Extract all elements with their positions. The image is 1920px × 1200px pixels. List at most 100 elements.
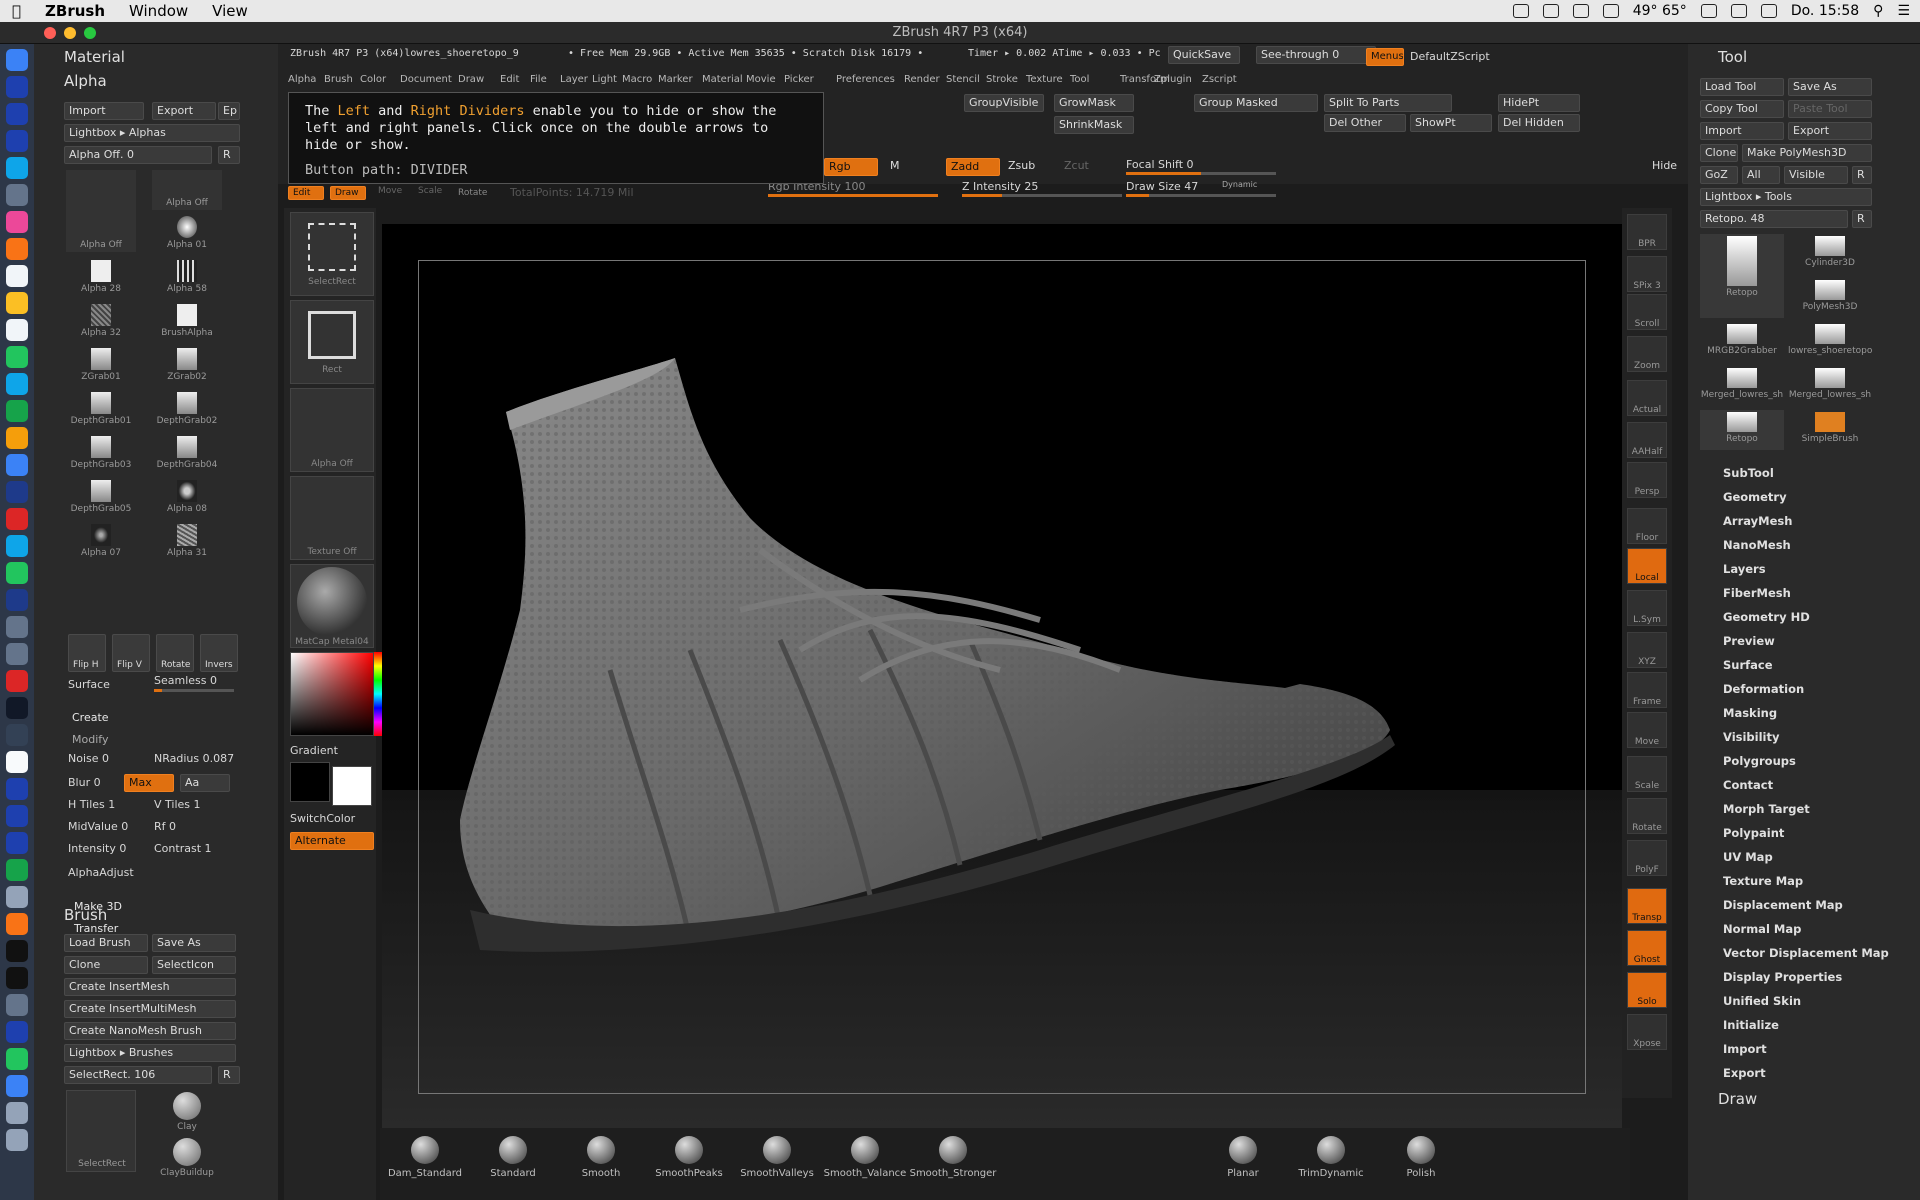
tool-thumb[interactable]: SimpleBrush xyxy=(1788,410,1872,450)
shelf-brush-dam-standard[interactable]: Dam_Standard xyxy=(380,1136,470,1179)
seamless-slider[interactable]: Seamless 0 xyxy=(154,674,217,687)
menu-movie[interactable]: Movie xyxy=(746,74,776,85)
tool-clone-button[interactable]: Clone xyxy=(1700,144,1738,162)
finder-icon[interactable] xyxy=(6,49,28,71)
tool-scale[interactable]: Scale xyxy=(1627,756,1667,792)
brush-thumb[interactable]: Clay xyxy=(152,1090,222,1132)
alpha-thumb[interactable]: DepthGrab04 xyxy=(152,434,222,474)
intensity-slider[interactable]: Intensity 0 xyxy=(68,842,126,855)
tool-menu-nanomesh[interactable]: NanoMesh xyxy=(1723,538,1791,552)
hide-pt-button[interactable]: HidePt xyxy=(1498,94,1580,112)
tool-save-as-button[interactable]: Save As xyxy=(1788,78,1872,96)
contrast-slider[interactable]: Contrast 1 xyxy=(154,842,212,855)
alpha-thumb[interactable]: Alpha Off xyxy=(152,170,222,210)
app-icon[interactable] xyxy=(6,319,28,341)
gradient-label[interactable]: Gradient xyxy=(290,744,338,757)
tool-menu-polypaint[interactable]: Polypaint xyxy=(1723,826,1784,840)
dynamic-toggle[interactable]: Dynamic xyxy=(1222,180,1257,189)
z-intensity-track[interactable] xyxy=(962,194,1122,197)
draw-size-track[interactable] xyxy=(1126,194,1276,197)
folder-icon[interactable] xyxy=(6,1075,28,1097)
tool-thumb[interactable]: Merged_lowres_sh xyxy=(1788,366,1872,406)
app-icon[interactable] xyxy=(6,346,28,368)
menu-marker[interactable]: Marker xyxy=(658,74,693,85)
zoom-window-icon[interactable] xyxy=(84,27,96,39)
safari-icon[interactable] xyxy=(6,157,28,179)
tool-frame[interactable]: Frame xyxy=(1627,672,1667,708)
tool-move[interactable]: Move xyxy=(1627,712,1667,748)
invert-button[interactable]: Invers xyxy=(200,634,238,672)
app-icon[interactable] xyxy=(6,859,28,881)
lightbox-tools-button[interactable]: Lightbox ▸ Tools xyxy=(1700,188,1872,206)
alpha-thumb[interactable]: DepthGrab02 xyxy=(152,390,222,430)
quicksave-button[interactable]: QuickSave xyxy=(1168,46,1240,64)
rotate-mode-button[interactable]: Rotate xyxy=(458,188,487,198)
modify-section[interactable]: Modify xyxy=(72,733,108,746)
goz-visible-button[interactable]: Visible xyxy=(1784,166,1848,184)
tool-scroll[interactable]: Scroll xyxy=(1627,294,1667,330)
menu-tool[interactable]: Tool xyxy=(1070,74,1089,85)
tool-thumb[interactable]: Retopo xyxy=(1700,410,1784,450)
alpha-thumb[interactable]: Alpha 58 xyxy=(152,258,222,298)
tool-actual[interactable]: Actual xyxy=(1627,380,1667,416)
lightroom-icon[interactable] xyxy=(6,481,28,503)
shelf-brush-smooth-valance[interactable]: Smooth_Valance xyxy=(820,1136,910,1179)
brush-thumb[interactable]: ClayBuildup xyxy=(152,1136,222,1178)
alpha-export-button[interactable]: Export xyxy=(152,102,216,120)
alpha-thumb[interactable]: DepthGrab01 xyxy=(66,390,136,430)
v-tiles-slider[interactable]: V Tiles 1 xyxy=(154,798,201,811)
goz-button[interactable]: GoZ xyxy=(1700,166,1738,184)
menu-zscript[interactable]: Zscript xyxy=(1202,74,1237,85)
split-to-parts-button[interactable]: Split To Parts xyxy=(1324,94,1452,112)
tool-transp[interactable]: Transp xyxy=(1627,888,1667,924)
menu-picker[interactable]: Picker xyxy=(784,74,814,85)
select-rect-tile[interactable]: SelectRect xyxy=(290,212,374,296)
tool-menu-normal-map[interactable]: Normal Map xyxy=(1723,922,1801,936)
texture-off-tile[interactable]: Texture Off xyxy=(290,476,374,560)
retopo-r-button[interactable]: R xyxy=(1852,210,1872,228)
app-icon[interactable] xyxy=(6,238,28,260)
select-icon-button[interactable]: SelectIcon xyxy=(152,956,236,974)
tool-menu-export[interactable]: Export xyxy=(1723,1066,1766,1080)
alpha-import-button[interactable]: Import xyxy=(64,102,144,120)
tool-menu-fibermesh[interactable]: FiberMesh xyxy=(1723,586,1791,600)
app-icon[interactable] xyxy=(6,508,28,530)
seamless-slider-track[interactable] xyxy=(154,689,234,692)
tool-menu-uv-map[interactable]: UV Map xyxy=(1723,850,1773,864)
menu-document[interactable]: Document xyxy=(400,74,452,85)
shelf-brush-trimdynamic[interactable]: TrimDynamic xyxy=(1286,1136,1376,1179)
selectrect-slider[interactable]: SelectRect. 106 xyxy=(64,1066,212,1084)
app-icon[interactable] xyxy=(6,535,28,557)
menu-draw[interactable]: Draw xyxy=(458,74,484,85)
edit-button[interactable]: Edit xyxy=(288,186,324,200)
tool-menu-geometry-hd[interactable]: Geometry HD xyxy=(1723,610,1810,624)
hue-strip[interactable] xyxy=(374,652,382,736)
app-icon[interactable] xyxy=(6,1021,28,1043)
wifi-icon[interactable] xyxy=(1700,4,1717,18)
app-icon[interactable] xyxy=(6,697,28,719)
alpha-thumb[interactable]: Alpha 31 xyxy=(152,522,222,562)
tool-menu-preview[interactable]: Preview xyxy=(1723,634,1775,648)
menu-material[interactable]: Material xyxy=(702,74,743,85)
tool-menu-geometry[interactable]: Geometry xyxy=(1723,490,1787,504)
tool-thumb[interactable]: Merged_lowres_sh xyxy=(1700,366,1784,406)
draw-button[interactable]: Draw xyxy=(330,186,366,200)
shrink-mask-button[interactable]: ShrinkMask xyxy=(1054,116,1134,134)
rgb-button[interactable]: Rgb xyxy=(824,158,878,176)
shelf-brush-smooth-stronger[interactable]: Smooth_Stronger xyxy=(908,1136,998,1179)
menu-light[interactable]: Light xyxy=(592,74,617,85)
menu-alpha[interactable]: Alpha xyxy=(288,74,316,85)
brush-save-as-button[interactable]: Save As xyxy=(152,934,236,952)
alpha-off-slider[interactable]: Alpha Off. 0 xyxy=(64,146,212,164)
matcap-tile[interactable]: MatCap Metal04 xyxy=(290,564,374,648)
alpha-header[interactable]: Alpha xyxy=(38,70,274,92)
del-other-button[interactable]: Del Other xyxy=(1324,114,1406,132)
nradius-slider[interactable]: NRadius 0.087 xyxy=(154,752,234,765)
app-icon[interactable] xyxy=(6,778,28,800)
focal-shift-slider[interactable]: Focal Shift 0 xyxy=(1126,158,1194,171)
app-icon[interactable] xyxy=(6,670,28,692)
tool-xpose[interactable]: Xpose xyxy=(1627,1014,1667,1050)
alpha-r-button[interactable]: R xyxy=(218,146,240,164)
app-icon[interactable] xyxy=(6,886,28,908)
switch-color-button[interactable]: SwitchColor xyxy=(290,812,355,825)
